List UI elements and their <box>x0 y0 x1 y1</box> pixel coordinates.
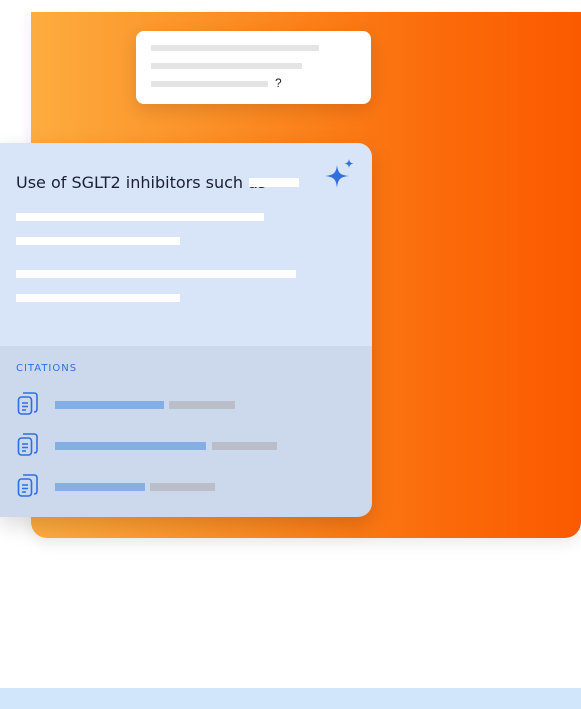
answer-card: Use of SGLT2 inhibitors such as CITATION… <box>0 143 372 517</box>
citation-source-bar <box>169 401 235 409</box>
answer-title: Use of SGLT2 inhibitors such as <box>16 173 267 192</box>
query-line-2 <box>151 63 302 69</box>
citations-label: CITATIONS <box>16 363 78 374</box>
bottom-band <box>0 688 581 709</box>
answer-line-2 <box>16 237 180 245</box>
answer-body: Use of SGLT2 inhibitors such as <box>0 143 372 346</box>
citation-title-bar <box>55 442 206 450</box>
document-icon <box>17 392 38 415</box>
sparkle-icon <box>325 159 354 188</box>
query-line-3 <box>151 81 268 87</box>
citation-item[interactable] <box>0 473 372 503</box>
citation-title-bar <box>55 401 164 409</box>
answer-line-1 <box>16 213 264 221</box>
query-line-1 <box>151 45 319 51</box>
citation-source-bar <box>150 483 215 491</box>
document-icon <box>17 433 38 456</box>
query-card <box>136 31 371 104</box>
citation-source-bar <box>212 442 277 450</box>
title-redacted-term <box>249 178 299 187</box>
answer-line-4 <box>16 294 180 302</box>
document-icon <box>17 474 38 497</box>
answer-line-3 <box>16 270 296 278</box>
citation-title-bar <box>55 483 145 491</box>
top-strip <box>31 0 581 12</box>
citation-item[interactable] <box>0 432 372 462</box>
citations-section: CITATIONS <box>0 346 372 517</box>
citation-item[interactable] <box>0 391 372 421</box>
query-question-mark: ? <box>275 76 282 90</box>
